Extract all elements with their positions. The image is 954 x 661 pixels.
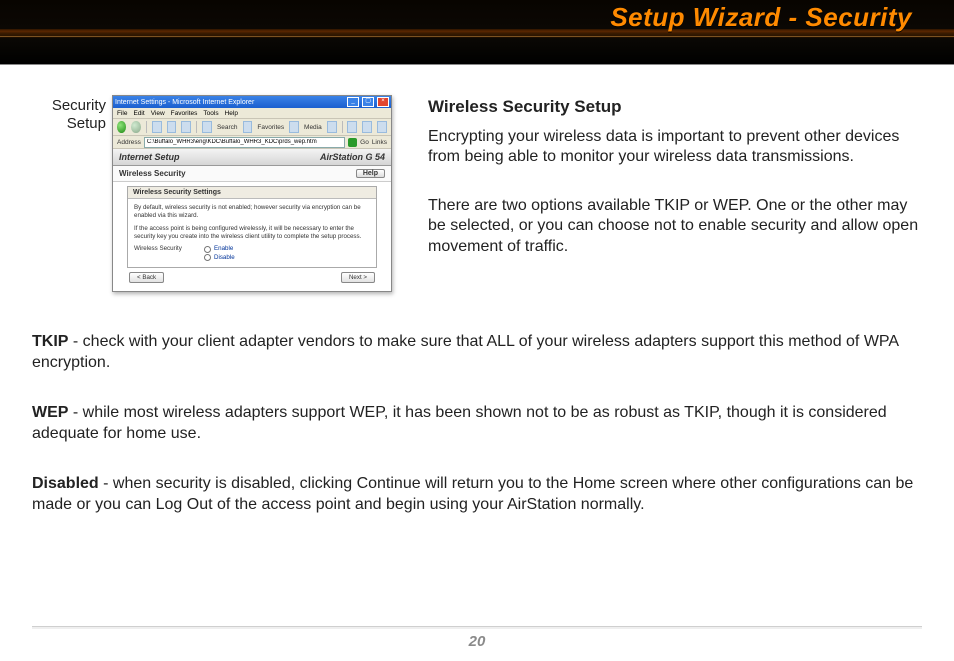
help-button[interactable]: Help xyxy=(356,169,385,178)
definitions: TKIP - check with your client adapter ve… xyxy=(32,332,922,515)
radio-disable-label: Disable xyxy=(214,254,235,262)
page-header: Setup Wizard - Security xyxy=(0,0,954,65)
mail-icon[interactable] xyxy=(347,121,357,133)
panel-body: By default, wireless security is not ena… xyxy=(128,199,376,267)
screenshot: Internet Settings - Microsoft Internet E… xyxy=(112,95,392,292)
panel-footer: < Back Next > xyxy=(127,268,377,285)
toolbar-sep xyxy=(342,121,343,133)
forward-icon[interactable] xyxy=(131,121,140,133)
app-subheading: Wireless Security xyxy=(119,169,186,178)
def-tkip-text: - check with your client adapter vendors… xyxy=(32,333,898,370)
app-titlebar: Internet Setup AirStation G 54 xyxy=(113,149,391,166)
back-icon[interactable] xyxy=(117,121,126,133)
radio-disable-input[interactable] xyxy=(204,254,211,261)
ie-titlebar: Internet Settings - Microsoft Internet E… xyxy=(113,96,391,108)
def-tkip-term: TKIP xyxy=(32,333,68,350)
maximize-icon[interactable]: ▢ xyxy=(362,97,374,107)
figure-column: Security Setup Internet Settings - Micro… xyxy=(32,95,392,292)
app-brand: AirStation xyxy=(320,152,363,162)
footer-rule xyxy=(32,626,922,629)
option-label: Wireless Security xyxy=(134,245,204,253)
radio-enable-label: Enable xyxy=(214,245,233,253)
toolbar-media-label[interactable]: Media xyxy=(304,124,322,131)
def-tkip: TKIP - check with your client adapter ve… xyxy=(32,332,922,373)
def-wep-text: - while most wireless adapters support W… xyxy=(32,404,887,441)
toolbar-search-label[interactable]: Search xyxy=(217,124,238,131)
page-title: Setup Wizard - Security xyxy=(610,2,912,33)
menu-view[interactable]: View xyxy=(151,110,165,117)
favorites-icon[interactable] xyxy=(243,121,253,133)
back-button[interactable]: < Back xyxy=(129,272,164,283)
menu-favorites[interactable]: Favorites xyxy=(171,110,198,117)
app-title-text: Internet Setup xyxy=(119,152,180,162)
page-body: Security Setup Internet Settings - Micro… xyxy=(0,65,954,515)
go-label[interactable]: Go xyxy=(360,139,369,146)
figure-caption-line1: Security xyxy=(52,97,106,114)
panel-note-1: By default, wireless security is not ena… xyxy=(134,204,370,221)
address-input[interactable] xyxy=(144,137,345,148)
radio-disable[interactable]: Disable xyxy=(204,254,235,262)
history-icon[interactable] xyxy=(327,121,337,133)
intro-column: Wireless Security Setup Encrypting your … xyxy=(428,95,922,285)
def-wep: WEP - while most wireless adapters suppo… xyxy=(32,403,922,444)
ie-toolbar: Search Favorites Media xyxy=(113,119,391,136)
toolbar-sep xyxy=(146,121,147,133)
ie-window-title: Internet Settings - Microsoft Internet E… xyxy=(115,99,254,106)
menu-tools[interactable]: Tools xyxy=(203,110,218,117)
home-icon[interactable] xyxy=(181,121,191,133)
links-label[interactable]: Links xyxy=(372,139,387,146)
address-label: Address xyxy=(117,139,141,146)
app-body: Wireless Security Settings By default, w… xyxy=(113,182,391,291)
figure-caption-line2: Setup xyxy=(67,115,106,132)
option-row: Wireless Security Enable Disable xyxy=(134,245,370,262)
go-icon[interactable] xyxy=(348,138,357,147)
def-disabled: Disabled - when security is disabled, cl… xyxy=(32,474,922,515)
section-heading: Wireless Security Setup xyxy=(428,97,922,117)
radio-enable[interactable]: Enable xyxy=(204,245,235,253)
print-icon[interactable] xyxy=(362,121,372,133)
intro-paragraph-1: Encrypting your wireless data is importa… xyxy=(428,127,922,168)
panel-title: Wireless Security Settings xyxy=(128,187,376,199)
next-button[interactable]: Next > xyxy=(341,272,375,283)
menu-file[interactable]: File xyxy=(117,110,127,117)
page-number: 20 xyxy=(469,633,486,650)
def-disabled-text: - when security is disabled, clicking Co… xyxy=(32,475,913,512)
minimize-icon[interactable]: _ xyxy=(347,97,359,107)
page-footer: 20 xyxy=(0,626,954,651)
radio-enable-input[interactable] xyxy=(204,246,211,253)
app-subheader: Wireless Security Help xyxy=(113,166,391,182)
refresh-icon[interactable] xyxy=(167,121,177,133)
search-icon[interactable] xyxy=(202,121,212,133)
ie-address-bar: Address Go Links xyxy=(113,136,391,149)
option-choices: Enable Disable xyxy=(204,245,235,262)
ie-menu-bar: File Edit View Favorites Tools Help xyxy=(113,108,391,119)
close-icon[interactable]: × xyxy=(377,97,389,107)
edit-icon[interactable] xyxy=(377,121,387,133)
panel-note-2: If the access point is being configured … xyxy=(134,225,370,242)
app-model: G 54 xyxy=(365,152,385,162)
figure-caption: Security Setup xyxy=(32,95,112,133)
menu-help[interactable]: Help xyxy=(225,110,238,117)
media-icon[interactable] xyxy=(289,121,299,133)
menu-edit[interactable]: Edit xyxy=(133,110,144,117)
stop-icon[interactable] xyxy=(152,121,162,133)
settings-panel: Wireless Security Settings By default, w… xyxy=(127,186,377,268)
window-buttons: _ ▢ × xyxy=(346,97,389,107)
def-disabled-term: Disabled xyxy=(32,475,99,492)
intro-paragraph-2: There are two options available TKIP or … xyxy=(428,196,922,257)
toolbar-favorites-label[interactable]: Favorites xyxy=(257,124,284,131)
def-wep-term: WEP xyxy=(32,404,68,421)
top-row: Security Setup Internet Settings - Micro… xyxy=(32,95,922,292)
toolbar-sep xyxy=(196,121,197,133)
